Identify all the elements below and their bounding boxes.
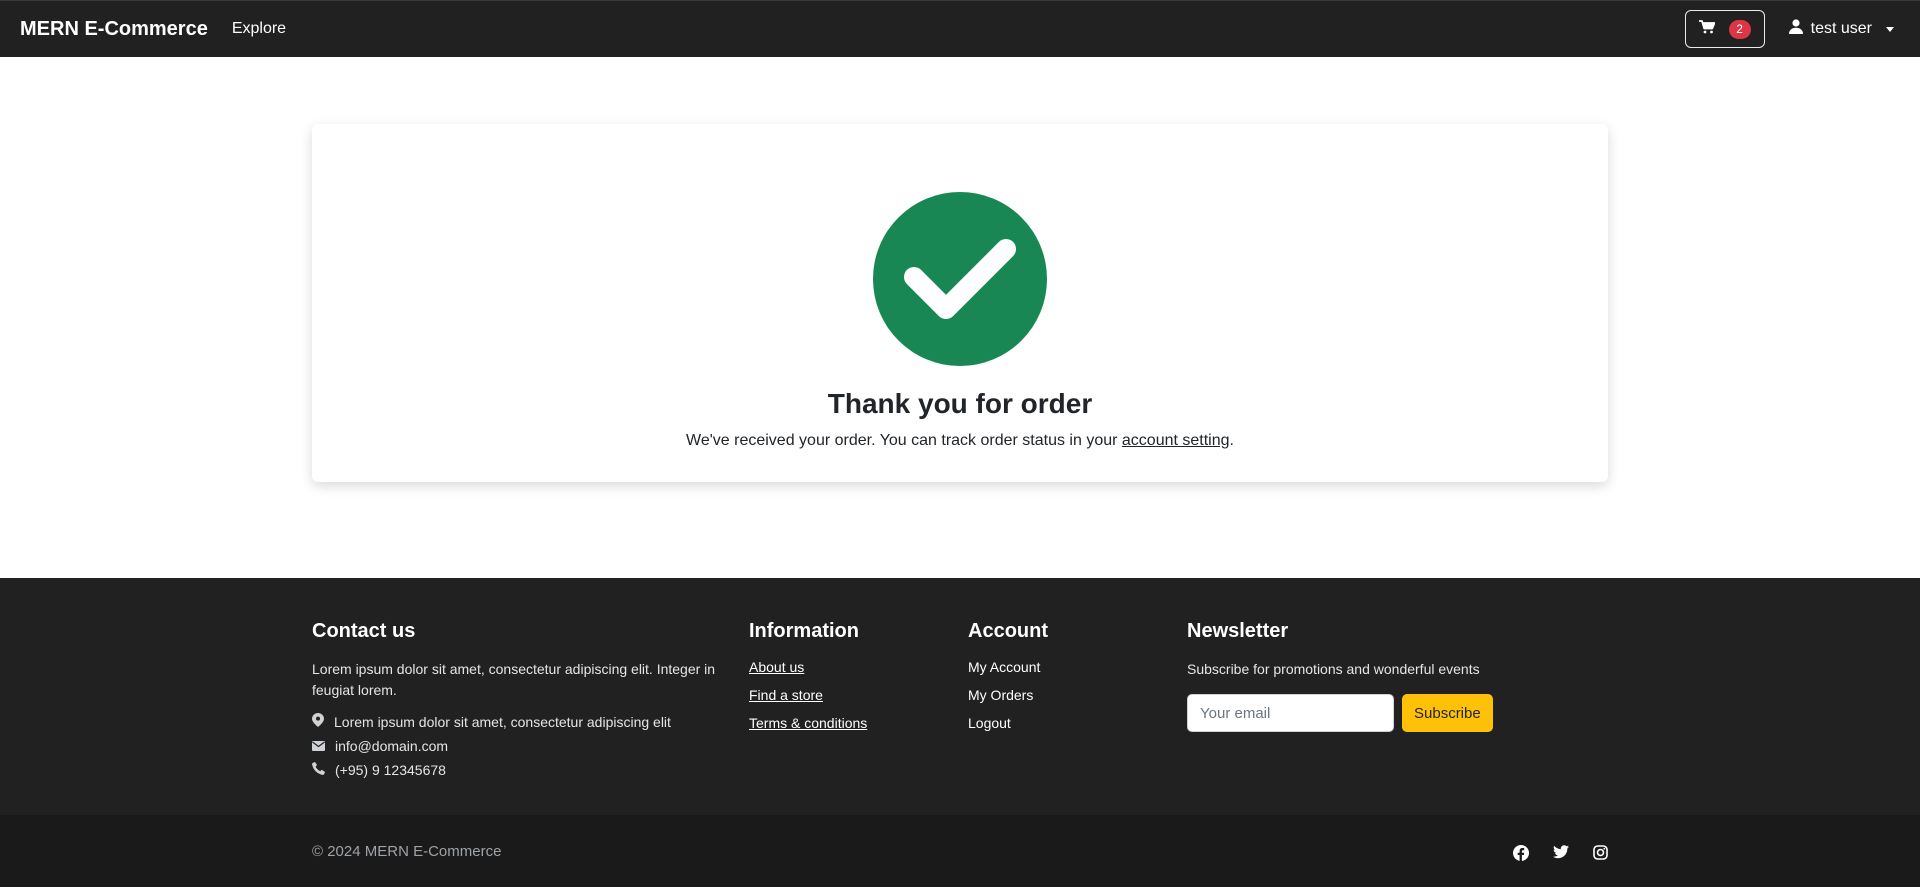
- user-name: test user: [1810, 20, 1872, 37]
- account-heading: Account: [968, 620, 1048, 642]
- logout-link[interactable]: Logout: [968, 715, 1048, 731]
- cart-count-badge: 2: [1728, 19, 1751, 39]
- find-store-link[interactable]: Find a store: [749, 687, 867, 703]
- footer-contact-section: Contact us Lorem ipsum dolor sit amet, c…: [312, 620, 732, 778]
- newsletter-email-input[interactable]: [1187, 694, 1394, 732]
- footer: Contact us Lorem ipsum dolor sit amet, c…: [0, 578, 1920, 815]
- chevron-down-icon: [1886, 26, 1894, 32]
- copyright-text: © 2024 MERN E-Commerce: [312, 843, 502, 860]
- confirmation-message: We've received your order. You can track…: [686, 432, 1234, 449]
- information-heading: Information: [749, 620, 859, 642]
- phone-icon: [312, 762, 325, 778]
- terms-link[interactable]: Terms & conditions: [749, 715, 867, 731]
- instagram-icon[interactable]: [1593, 845, 1608, 861]
- footer-bottom-bar: © 2024 MERN E-Commerce: [0, 815, 1920, 887]
- footer-newsletter-section: Newsletter Subscribe for promotions and …: [1187, 620, 1587, 732]
- envelope-icon: [312, 738, 325, 754]
- contact-phone: (+95) 9 12345678: [312, 762, 732, 778]
- cart-icon: [1698, 19, 1716, 39]
- brand-link[interactable]: MERN E-Commerce: [20, 18, 208, 41]
- user-menu-toggle[interactable]: test user: [1788, 19, 1894, 39]
- confirmation-title: Thank you for order: [827, 388, 1093, 419]
- footer-information-section: Information About us Find a store Terms …: [749, 620, 867, 743]
- order-confirmation-card: Thank you for order We've received your …: [312, 124, 1608, 482]
- success-circle: [873, 192, 1047, 366]
- contact-heading: Contact us: [312, 620, 416, 642]
- top-navbar: MERN E-Commerce Explore 2 test user: [0, 0, 1920, 57]
- cart-button[interactable]: 2: [1684, 10, 1765, 48]
- newsletter-heading: Newsletter: [1187, 620, 1289, 642]
- check-icon: [904, 239, 1016, 319]
- facebook-icon[interactable]: [1513, 845, 1529, 861]
- subscribe-button[interactable]: Subscribe: [1402, 694, 1493, 732]
- nav-explore-link[interactable]: Explore: [232, 20, 286, 38]
- contact-description: Lorem ipsum dolor sit amet, consectetur …: [312, 661, 716, 698]
- location-icon: [312, 713, 324, 730]
- social-links: [1513, 845, 1608, 861]
- my-orders-link[interactable]: My Orders: [968, 687, 1048, 703]
- footer-account-section: Account My Account My Orders Logout: [968, 620, 1048, 743]
- newsletter-text: Subscribe for promotions and wonderful e…: [1187, 661, 1480, 677]
- account-setting-link[interactable]: account setting: [1122, 432, 1230, 449]
- user-icon: [1788, 19, 1803, 39]
- about-us-link[interactable]: About us: [749, 659, 867, 675]
- navbar-right: 2 test user: [1684, 10, 1900, 48]
- contact-address: Lorem ipsum dolor sit amet, consectetur …: [312, 713, 732, 730]
- contact-email: info@domain.com: [312, 738, 732, 754]
- twitter-icon[interactable]: [1553, 845, 1569, 861]
- my-account-link[interactable]: My Account: [968, 659, 1048, 675]
